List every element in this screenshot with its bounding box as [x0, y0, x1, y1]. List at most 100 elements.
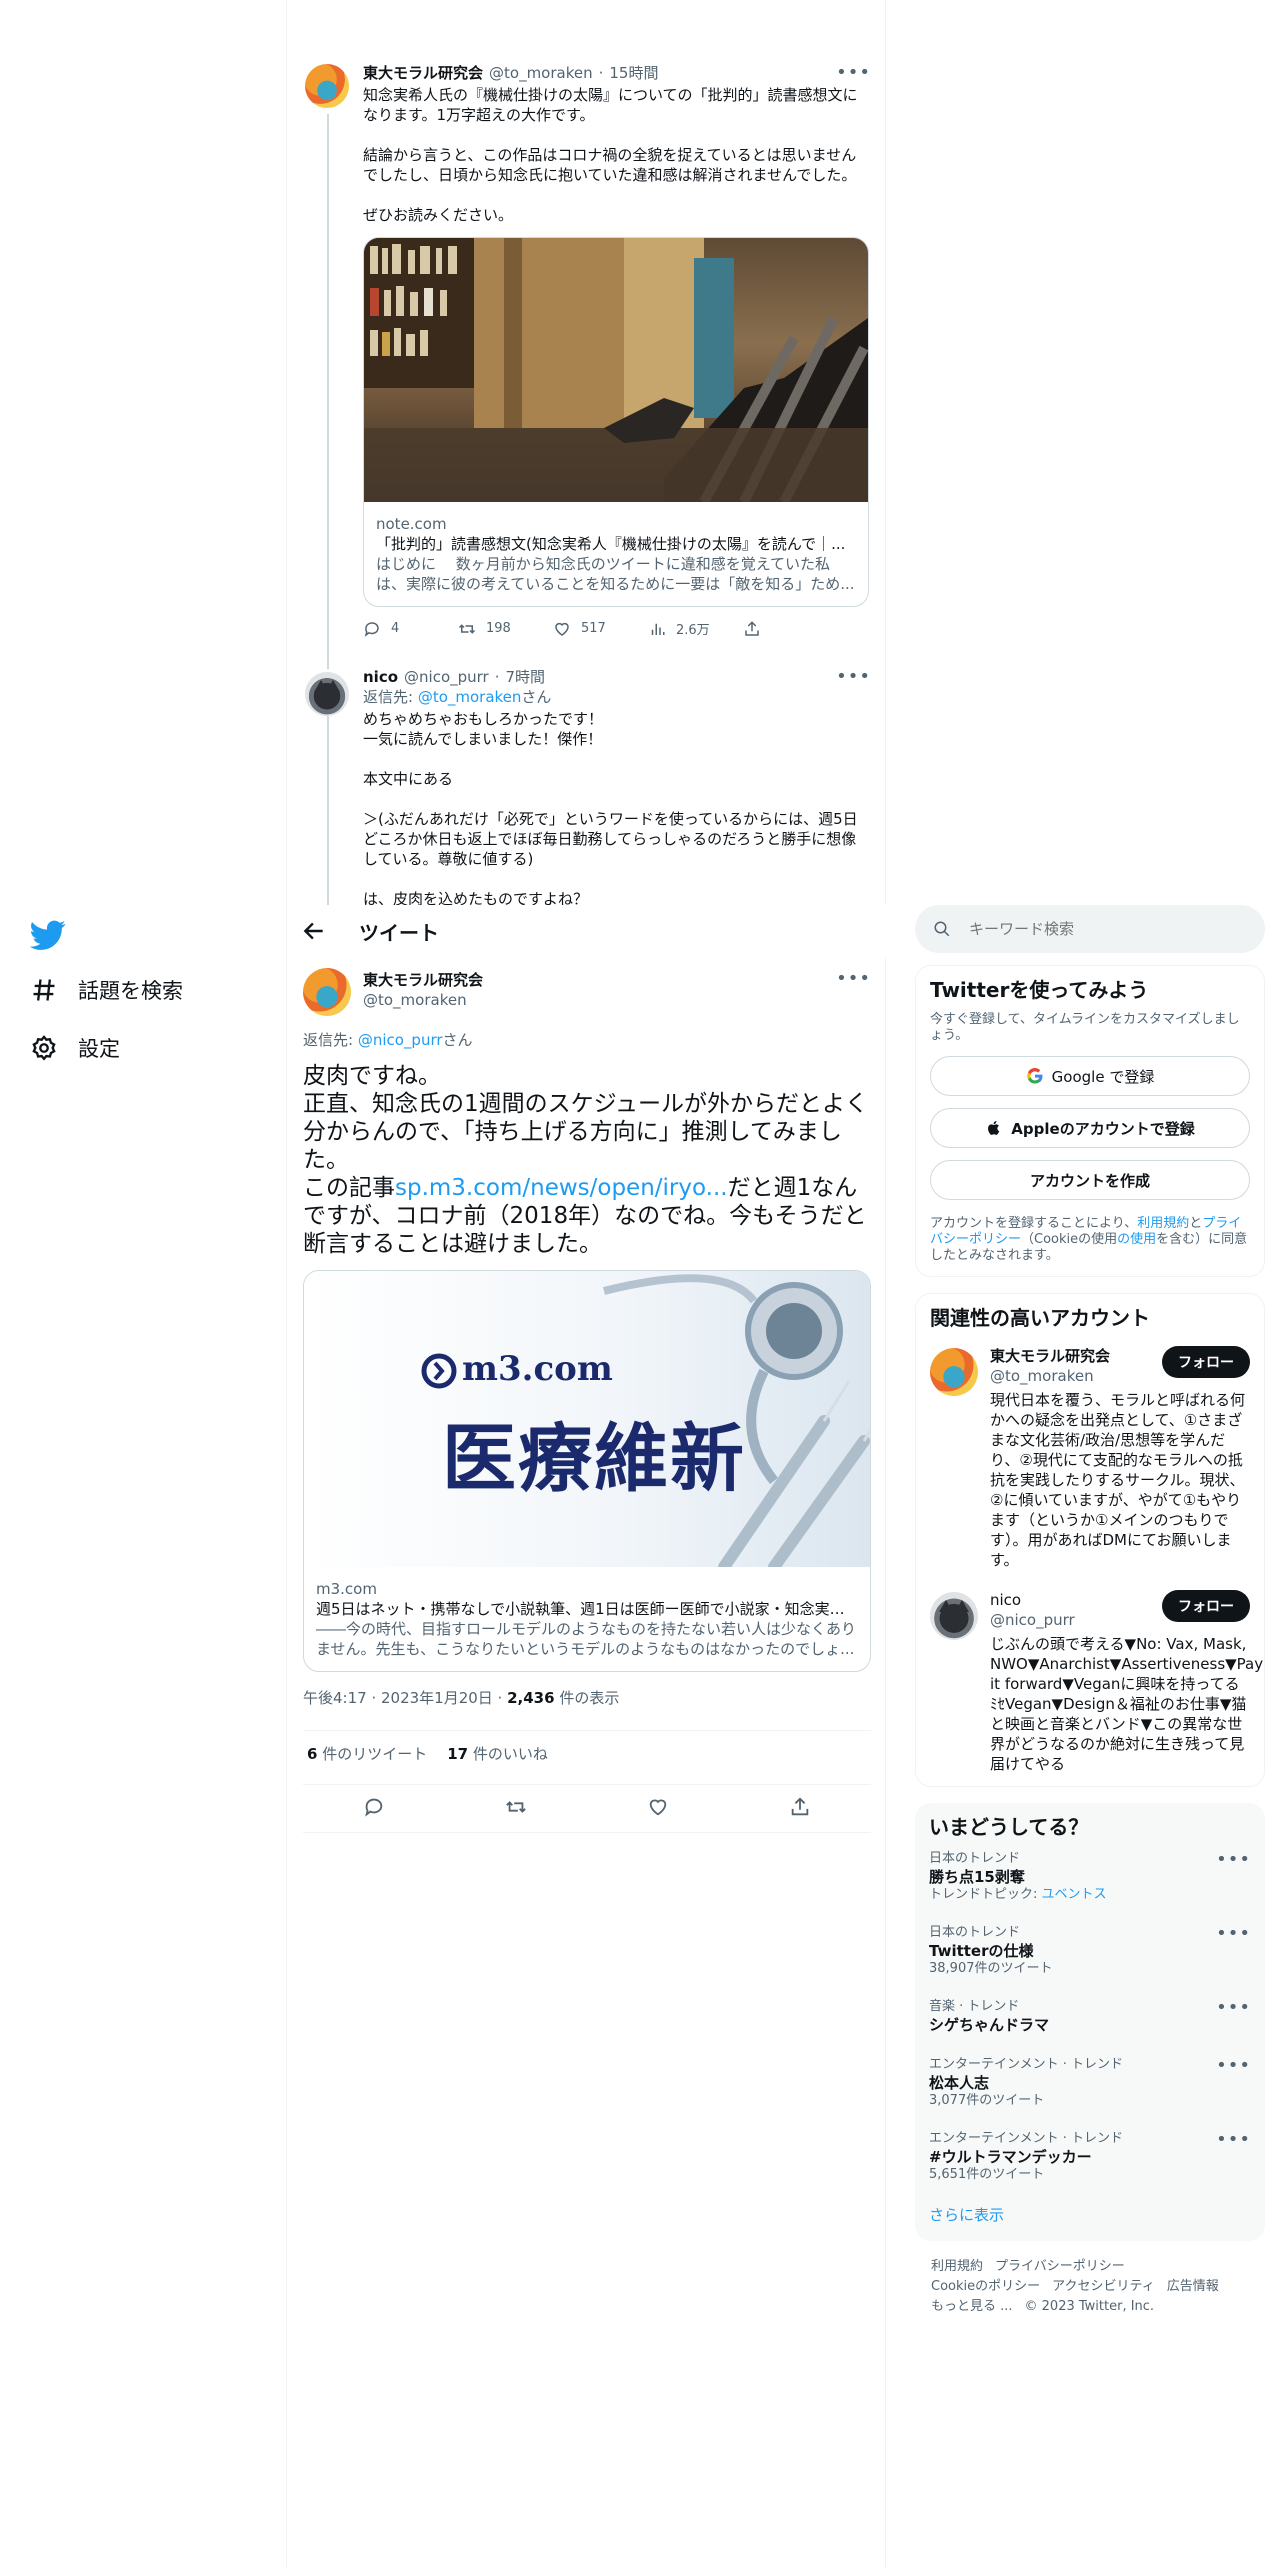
- views-button[interactable]: 2.6万: [648, 619, 743, 638]
- dot-separator: ·: [494, 668, 500, 686]
- nav-settings-label: 設定: [78, 1037, 120, 1061]
- footer-privacy[interactable]: プライバシーポリシー: [995, 2259, 1125, 2274]
- card-description: ――今の時代、目指すロールモデルのようなものを持たない若い人は少なくありません。…: [316, 1620, 857, 1658]
- footer-more[interactable]: もっと見る ...: [931, 2299, 1013, 2314]
- reply-suffix: さん: [521, 688, 552, 706]
- show-more-link[interactable]: さらに表示: [929, 2193, 1251, 2229]
- trend-extra: 3,077件のツイート: [929, 2093, 1045, 2108]
- reply-count: 4: [391, 621, 400, 636]
- search-bar[interactable]: [915, 905, 1265, 953]
- footer-cookie[interactable]: Cookieのポリシー: [931, 2279, 1040, 2294]
- author-handle[interactable]: @to_moraken: [489, 64, 593, 82]
- apple-signup-label: Appleのアカウントで登録: [1011, 1119, 1195, 1138]
- account-item[interactable]: nico @nico_purr フォロー じぶんの頭で考える▼No: Vax, …: [930, 1590, 1263, 1774]
- divider: [303, 1832, 871, 1833]
- google-signup-button[interactable]: Google で登録: [930, 1056, 1250, 1096]
- divider: [303, 1784, 871, 1785]
- share-button[interactable]: [743, 619, 838, 638]
- signup-subtitle: 今すぐ登録して、タイムラインをカスタマイズしましょう。: [930, 1012, 1240, 1043]
- view-count: 2.6万: [676, 623, 710, 638]
- like-button[interactable]: 517: [553, 619, 648, 638]
- apple-icon: [988, 1120, 1000, 1135]
- avatar[interactable]: [305, 64, 349, 108]
- more-icon[interactable]: •••: [1216, 1923, 1251, 1944]
- follow-button[interactable]: フォロー: [1162, 1590, 1250, 1622]
- reply-icon[interactable]: [363, 1796, 385, 1818]
- trend-topic-link[interactable]: ユベントス: [1042, 1887, 1107, 1902]
- tweet-time[interactable]: 15時間: [609, 62, 658, 83]
- trend-item[interactable]: エンターテインメント · トレンド 松本人志 3,077件のツイート •••: [929, 2045, 1251, 2119]
- signup-panel: Twitterを使ってみよう 今すぐ登録して、タイムラインをカスタマイズしましょ…: [915, 965, 1265, 1277]
- trend-item[interactable]: 音楽 · トレンド シゲちゃんドラマ •••: [929, 1987, 1251, 2045]
- retweet-label: 件のリツイート: [317, 1745, 428, 1763]
- footer-terms[interactable]: 利用規約: [931, 2259, 983, 2274]
- timestamp-text[interactable]: 午後4:17 · 2023年1月20日 ·: [303, 1689, 507, 1707]
- trend-name: 松本人志: [929, 2074, 990, 2092]
- author-name[interactable]: 東大モラル研究会: [363, 970, 483, 990]
- author-name[interactable]: 東大モラル研究会: [363, 62, 483, 83]
- follow-label: フォロー: [1178, 1599, 1234, 1615]
- retweet-icon[interactable]: [505, 1796, 527, 1818]
- reply-to-link[interactable]: @nico_purr: [358, 1031, 443, 1049]
- more-icon[interactable]: •••: [836, 968, 871, 989]
- account-item[interactable]: 東大モラル研究会 @to_moraken フォロー 現代日本を覆う、モラルと呼ば…: [930, 1346, 1250, 1570]
- follow-button[interactable]: フォロー: [1162, 1346, 1250, 1378]
- retweet-count: 6: [307, 1745, 318, 1763]
- retweet-icon: [458, 623, 476, 634]
- legal-text: と: [1189, 1216, 1203, 1231]
- analytics-icon: [651, 623, 665, 635]
- reply-to-link[interactable]: @to_moraken: [418, 688, 522, 706]
- more-icon[interactable]: •••: [1216, 2129, 1251, 2150]
- nav-explore[interactable]: 話題を検索: [30, 970, 183, 1010]
- trend-item[interactable]: エンターテインメント · トレンド #ウルトラマンデッカー 5,651件のツイー…: [929, 2119, 1251, 2193]
- retweet-button[interactable]: 198: [458, 619, 553, 638]
- back-arrow-icon[interactable]: [301, 918, 327, 944]
- reply-prefix: 返信先:: [363, 688, 418, 706]
- search-input[interactable]: [969, 920, 1219, 938]
- footer: 利用規約 プライバシーポリシー Cookieのポリシー アクセシビリティ 広告情報 も…: [915, 2257, 1265, 2317]
- divider: [303, 1730, 871, 1731]
- retweet-stat[interactable]: 6 件のリツイート: [307, 1744, 427, 1764]
- nav-settings[interactable]: 設定: [30, 1028, 120, 1068]
- card-title: 「批判的」読書感想文(知念実希人『機械仕掛けの太陽』を読んで｜...: [376, 535, 846, 553]
- author-handle[interactable]: @to_moraken: [363, 990, 483, 1010]
- trend-context: 日本のトレンド: [929, 1925, 1021, 1940]
- heart-icon[interactable]: [647, 1796, 669, 1818]
- link-card[interactable]: note.com 「批判的」読書感想文(知念実希人『機械仕掛けの太陽』を読んで｜…: [363, 237, 869, 607]
- reply-context: 返信先: @to_morakenさん: [363, 687, 869, 707]
- twitter-logo-icon[interactable]: [29, 917, 66, 953]
- share-icon[interactable]: [789, 1796, 811, 1818]
- trend-name: #ウルトラマンデッカー: [929, 2148, 1092, 2166]
- author-handle[interactable]: @nico_purr: [404, 668, 489, 686]
- avatar[interactable]: [930, 1348, 978, 1396]
- article-link[interactable]: sp.m3.com/news/open/iryo...: [395, 1175, 728, 1201]
- apple-signup-button[interactable]: Appleのアカウントで登録: [930, 1108, 1250, 1148]
- trend-context: エンターテインメント · トレンド: [929, 2131, 1124, 2146]
- like-stat[interactable]: 17 件のいいね: [447, 1744, 548, 1764]
- trends-panel: いまどうしてる？ 日本のトレンド 勝ち点15剥奪 トレンドトピック: ユベントス…: [915, 1803, 1265, 2241]
- thread-tweet[interactable]: ••• 東大モラル研究会 @to_moraken · 15時間 知念実希人氏の『…: [287, 56, 887, 669]
- trend-extra: トレンドトピック: ユベントス: [929, 1887, 1251, 1903]
- card-title: 週5日はネット・携帯なしで小説執筆、週1日は医師ー医師で小説家・知念実希...: [316, 1600, 858, 1618]
- reply-button[interactable]: 4: [363, 619, 458, 638]
- footer-ads[interactable]: 広告情報: [1167, 2279, 1219, 2294]
- trend-context: エンターテインメント · トレンド: [929, 2057, 1124, 2072]
- more-icon[interactable]: •••: [1216, 2055, 1251, 2076]
- trend-item[interactable]: 日本のトレンド 勝ち点15剥奪 トレンドトピック: ユベントス •••: [929, 1839, 1251, 1913]
- page-title: ツイート: [359, 921, 439, 945]
- follow-label: フォロー: [1178, 1355, 1234, 1371]
- tweet-time[interactable]: 7時間: [506, 666, 546, 687]
- avatar[interactable]: [303, 968, 351, 1016]
- avatar[interactable]: [930, 1592, 978, 1640]
- thread-tweet[interactable]: ••• nico @nico_purr · 7時間 返信先: @to_morak…: [287, 662, 887, 905]
- cookie-link[interactable]: の使用: [1117, 1232, 1156, 1247]
- footer-accessibility[interactable]: アクセシビリティ: [1052, 2279, 1155, 2294]
- trend-item[interactable]: 日本のトレンド Twitterの仕様 38,907件のツイート •••: [929, 1913, 1251, 1987]
- terms-link[interactable]: 利用規約: [1137, 1216, 1189, 1231]
- create-account-button[interactable]: アカウントを作成: [930, 1160, 1250, 1200]
- author-name[interactable]: nico: [363, 668, 398, 686]
- more-icon[interactable]: •••: [1216, 1997, 1251, 2018]
- link-card[interactable]: m3.com 医療維新 m3.com 週5日はネット・携帯なしで小説執筆、週1日…: [303, 1270, 871, 1672]
- avatar[interactable]: [305, 672, 349, 716]
- more-icon[interactable]: •••: [1216, 1849, 1251, 1870]
